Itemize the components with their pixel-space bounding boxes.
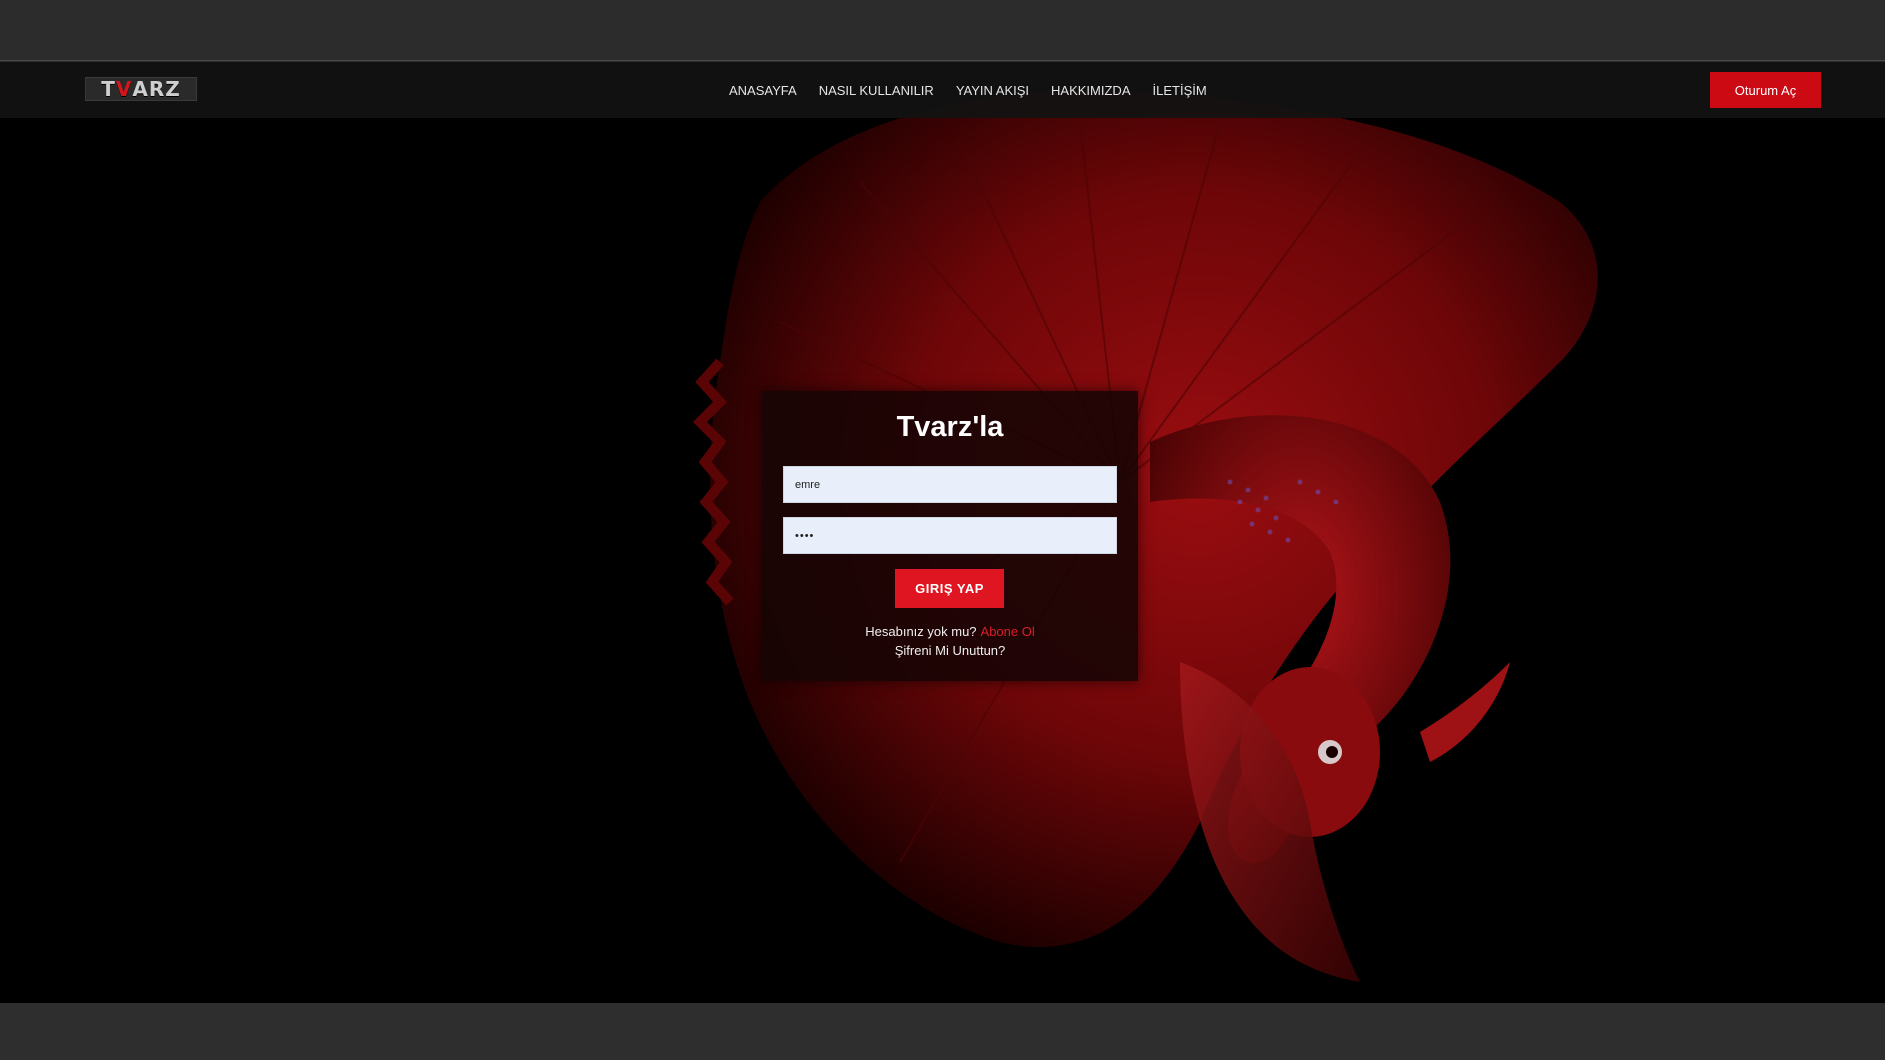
password-input[interactable] [783,517,1117,554]
login-card: Tvarz'la GIRIŞ YAP Hesabınız yok mu? Abon… [762,391,1138,681]
browser-bottom-bar [0,1003,1885,1060]
forgot-password-link[interactable]: Şifreni Mi Unuttun? [762,641,1138,660]
subscribe-link[interactable]: Abone Ol [981,624,1035,639]
browser-top-bar [0,0,1885,61]
no-account-text: Hesabınız yok mu? [865,624,977,639]
sign-in-button[interactable]: Oturum Aç [1710,72,1821,108]
hero-stage: T V ARZ ANASAYFA NASIL KULLANILIR YAYIN AK… [0,62,1885,1003]
navbar: T V ARZ ANASAYFA NASIL KULLANILIR YAYIN AK… [0,62,1885,118]
logo-letter-t: T [101,77,116,101]
username-input[interactable] [783,466,1117,503]
main-nav: ANASAYFA NASIL KULLANILIR YAYIN AKIŞI HA… [729,62,1207,118]
nav-how-to-use[interactable]: NASIL KULLANILIR [819,83,934,98]
login-links: Hesabınız yok mu? Abone Ol Şifreni Mi Unu… [762,622,1138,660]
nav-about[interactable]: HAKKIMIZDA [1051,83,1130,98]
login-submit-button[interactable]: GIRIŞ YAP [895,569,1004,608]
nav-home[interactable]: ANASAYFA [729,83,797,98]
nav-broadcast-schedule[interactable]: YAYIN AKIŞI [956,83,1029,98]
tvarz-logo[interactable]: T V ARZ [84,76,198,102]
logo-letter-v: V [115,77,133,101]
nav-contact[interactable]: İLETİŞİM [1153,83,1207,98]
login-title: Tvarz'la [896,411,1004,443]
logo-letters-arz: ARZ [132,77,181,101]
